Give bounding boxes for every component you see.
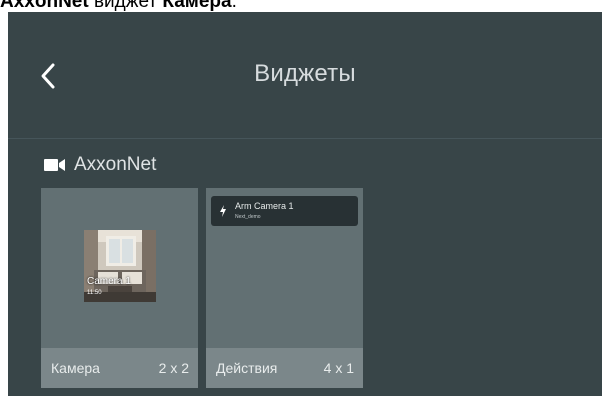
camera-preview-label: Camera 1: [87, 276, 131, 287]
camera-preview-thumbnail: Camera 1 11:50: [84, 230, 156, 302]
section-header: AxxonNet: [44, 154, 156, 176]
video-camera-icon: [44, 159, 65, 171]
widget-size: 2 x 2: [158, 360, 189, 376]
lightning-icon: [220, 205, 226, 217]
section-title: AxxonNet: [74, 154, 157, 175]
caption-end: .: [231, 0, 237, 12]
widget-name: Камера: [51, 360, 100, 376]
widget-footer: Камера 2 x 2: [41, 348, 198, 388]
page-title: Виджеты: [254, 60, 356, 87]
widget-footer: Действия 4 x 1: [206, 348, 363, 388]
app-bar: Виджеты: [8, 12, 602, 139]
widgets-screen: Виджеты AxxonNet Camera 1 11:50 Камера 2…: [8, 12, 602, 396]
caption-bold-1: AxxonNet: [0, 0, 89, 12]
action-preview-name: Arm Camera 1: [235, 201, 294, 211]
widget-tile-camera[interactable]: Camera 1 11:50 Камера 2 x 2: [41, 188, 198, 388]
caption-middle: виджет: [88, 0, 163, 12]
camera-preview-time: 11:50: [87, 290, 102, 296]
action-preview-card: Arm Camera 1 Next_demo: [211, 196, 358, 226]
widget-size: 4 x 1: [323, 360, 354, 376]
action-preview-server: Next_demo: [235, 214, 261, 220]
caption-bold-2: Камера: [162, 0, 232, 12]
widget-name: Действия: [216, 360, 278, 376]
widget-tile-actions[interactable]: Arm Camera 1 Next_demo Действия 4 x 1: [206, 188, 363, 388]
